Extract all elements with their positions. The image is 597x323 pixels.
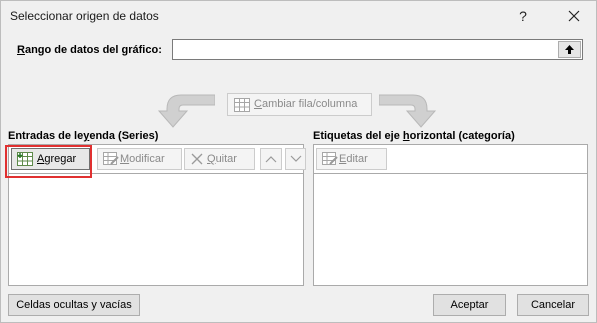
chevron-down-icon bbox=[290, 155, 302, 162]
edit-table-icon bbox=[322, 152, 338, 165]
dialog-title: Seleccionar origen de datos bbox=[10, 9, 159, 23]
modify-series-button[interactable]: Modificar bbox=[97, 148, 182, 170]
chart-data-range-label: Rango de datos del gráfico: bbox=[17, 44, 162, 56]
delete-icon bbox=[191, 153, 203, 165]
move-down-button[interactable] bbox=[285, 148, 306, 170]
chevron-up-icon bbox=[265, 156, 277, 163]
help-button[interactable]: ? bbox=[510, 5, 536, 27]
move-up-button[interactable] bbox=[260, 148, 282, 170]
curved-arrow-left-icon bbox=[157, 94, 215, 128]
category-section-label: Etiquetas del eje horizontal (categoría) bbox=[313, 130, 515, 142]
hidden-empty-cells-button[interactable]: Celdas ocultas y vacías bbox=[8, 294, 140, 316]
curved-arrow-right-icon bbox=[379, 94, 437, 128]
title-bar: Seleccionar origen de datos ? bbox=[1, 1, 596, 31]
series-list[interactable] bbox=[9, 174, 303, 285]
collapse-dialog-icon bbox=[565, 45, 574, 54]
close-icon bbox=[568, 10, 580, 22]
category-panel: Editar bbox=[313, 144, 588, 286]
add-button-highlight bbox=[5, 145, 92, 178]
cancel-button[interactable]: Cancelar bbox=[517, 294, 589, 316]
edit-table-icon bbox=[103, 152, 119, 165]
category-toolbar: Editar bbox=[314, 145, 587, 174]
chart-data-range-input[interactable] bbox=[172, 39, 583, 60]
switch-row-column-icon bbox=[234, 98, 250, 112]
select-data-source-dialog: Seleccionar origen de datos ? Rango de d… bbox=[0, 0, 597, 323]
range-collapse-button[interactable] bbox=[558, 41, 581, 58]
switch-row-column-button[interactable]: Cambiar fila/columna bbox=[227, 93, 372, 116]
category-list[interactable] bbox=[314, 174, 587, 285]
remove-series-button[interactable]: Quitar bbox=[184, 148, 255, 170]
series-section-label: Entradas de leyenda (Series) bbox=[8, 130, 159, 142]
ok-button[interactable]: Aceptar bbox=[433, 294, 506, 316]
close-button[interactable] bbox=[561, 5, 587, 27]
edit-category-button[interactable]: Editar bbox=[316, 148, 387, 170]
